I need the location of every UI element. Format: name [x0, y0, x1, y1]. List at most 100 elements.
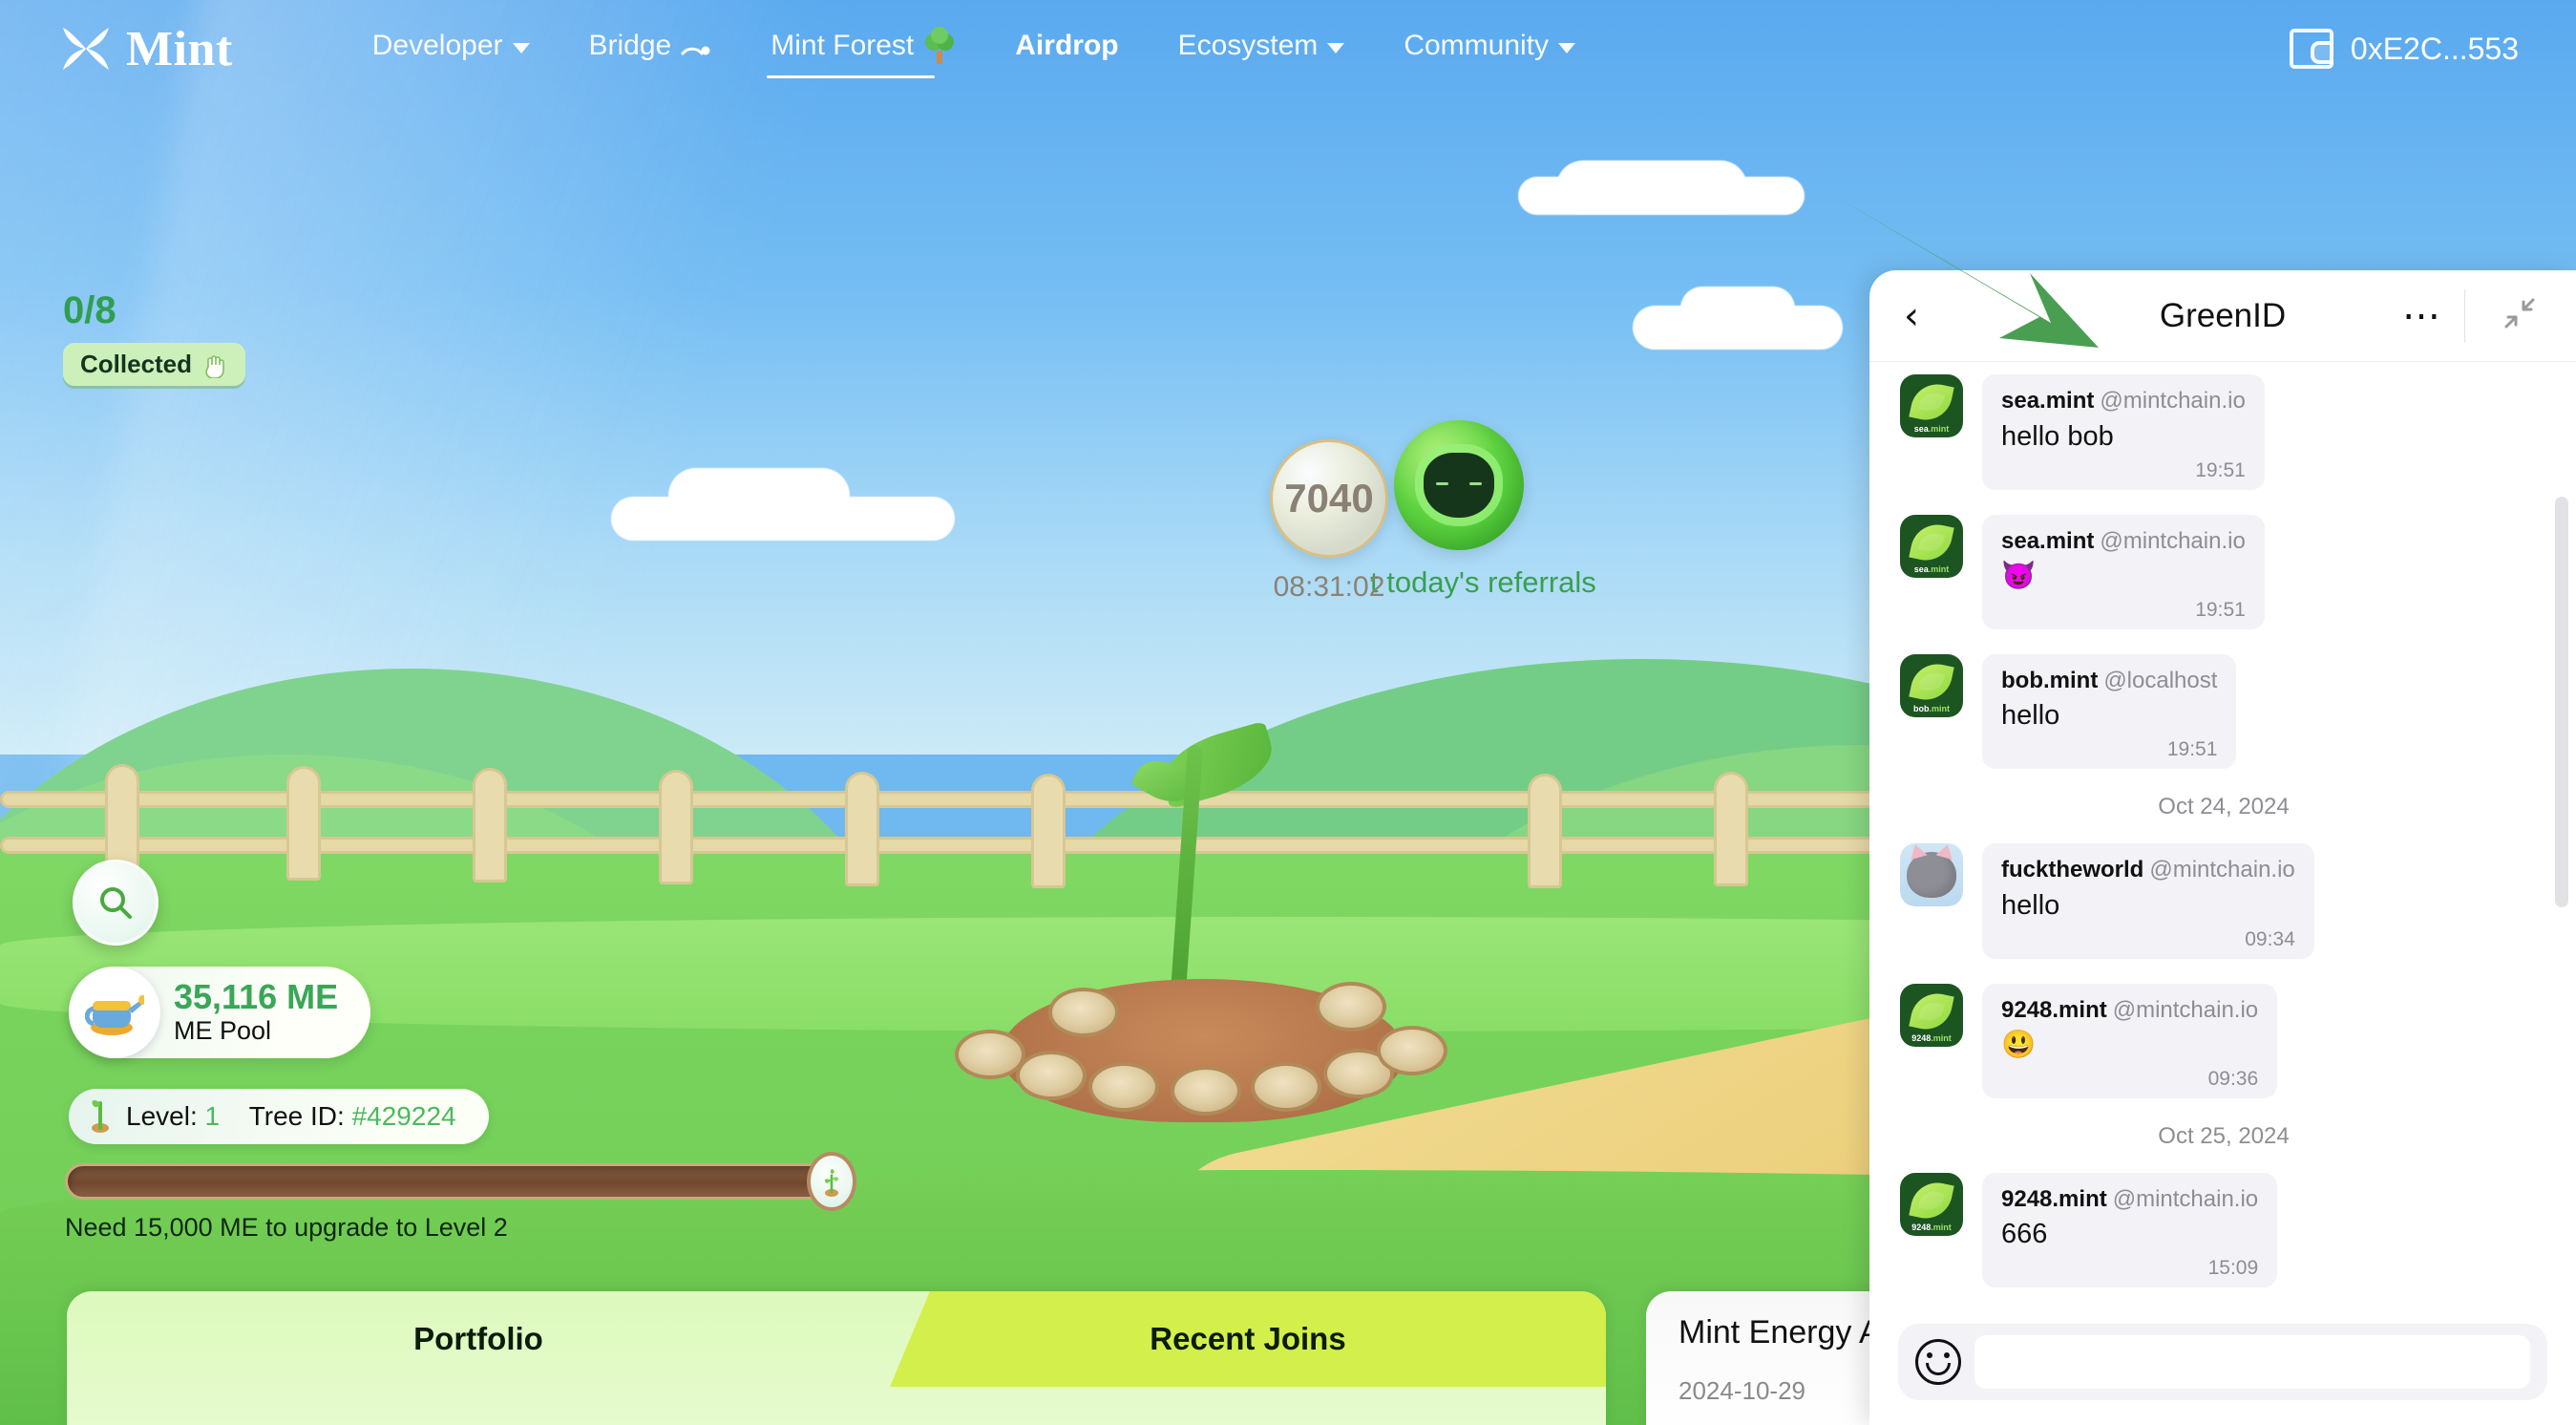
chat-message-text: hello bob — [2001, 420, 2114, 452]
referral-bubble-value: 7040 — [1284, 476, 1374, 521]
me-pool-widget[interactable]: 35,116 ME ME Pool — [69, 967, 371, 1058]
chat-message-time: 19:51 — [2195, 458, 2246, 481]
level-text: Level: 1 Tree ID: #429224 — [126, 1101, 456, 1132]
brand[interactable]: Mint — [59, 21, 233, 77]
emoji-mouth — [1926, 1363, 1951, 1375]
nav-label-bridge: Bridge — [588, 30, 672, 61]
cat-face — [1907, 852, 1956, 899]
avatar-tag-suffix: .mint — [1929, 703, 1951, 713]
chat-message-domain: @mintchain.io — [2149, 857, 2295, 883]
leaf-avatar-icon[interactable]: 9248.mint — [1900, 1172, 1963, 1236]
progress-track[interactable] — [65, 1152, 856, 1211]
collected-widget: 0/8 Collected — [63, 289, 246, 386]
nav-label-ecosystem: Ecosystem — [1177, 30, 1319, 61]
chat-bubble: sea.mint @mintchain.io 😈 19:51 — [1982, 514, 2265, 629]
chevron-left-icon[interactable]: ‹ — [1904, 297, 1919, 335]
chat-message-text: hello — [2001, 889, 2060, 921]
wallet-button[interactable]: 0xE2C...553 — [2289, 29, 2519, 69]
hand-wave-icon — [205, 354, 224, 378]
chat-message[interactable]: 9248.mint 9248.mint @mintchain.io 666 15:09 — [1900, 1172, 2547, 1288]
log-pile — [945, 955, 1461, 1127]
me-pool-label: ME Pool — [174, 1015, 272, 1045]
log — [1251, 1062, 1321, 1112]
nav-label-mint-forest: Mint Forest — [771, 30, 915, 61]
avatar-tag-prefix: bob — [1913, 703, 1930, 713]
avatar-tag: sea.mint — [1900, 564, 1963, 574]
progress-knob-sprout-icon[interactable] — [807, 1152, 856, 1211]
nav-item-ecosystem[interactable]: Ecosystem — [1174, 22, 1349, 75]
avatar-face — [1424, 453, 1494, 518]
cat-avatar-icon[interactable] — [1900, 843, 1963, 907]
chat-message-username: sea.mint — [2001, 527, 2095, 554]
collapse-arrows-icon[interactable] — [2503, 297, 2536, 334]
chat-message[interactable]: sea.mint sea.mint @mintchain.io hello bob 19… — [1900, 374, 2547, 490]
chat-message[interactable]: fucktheworld @mintchain.io hello 09:34 — [1900, 843, 2547, 959]
log — [1016, 1051, 1087, 1100]
referral-timer: 08:31:02 — [1273, 571, 1385, 603]
progress-note: Need 15,000 ME to upgrade to Level 2 — [65, 1213, 508, 1242]
level-widget[interactable]: Level: 1 Tree ID: #429224 — [69, 1089, 489, 1144]
chat-message-list[interactable]: bob.mintbob.mint@localhost😅😅19:51sea.min… — [1869, 362, 2576, 1312]
chat-message-time: 19:51 — [2195, 598, 2246, 621]
watering-can-icon — [69, 967, 160, 1058]
nav-item-bridge[interactable]: Bridge — [585, 22, 716, 75]
top-navigation-bar: Mint Developer Bridge Mint Forest Airdro… — [0, 0, 2576, 97]
search-button[interactable] — [73, 860, 158, 946]
more-horizontal-icon[interactable]: ⋯ — [2402, 297, 2442, 335]
chat-message-input[interactable] — [1974, 1335, 2530, 1389]
referral-bubble[interactable]: 7040 — [1270, 439, 1388, 558]
chat-message-header: fucktheworld @mintchain.io — [2001, 855, 2295, 884]
leaf-avatar-icon[interactable]: sea.mint — [1900, 374, 1963, 438]
leaf-glyph — [1909, 659, 1954, 705]
tab-portfolio-label: Portfolio — [413, 1321, 543, 1356]
chat-message[interactable]: bob.mint bob.mint @localhost hello 19:51 — [1900, 653, 2547, 770]
chat-message-domain: @mintchain.io — [2100, 527, 2246, 554]
chat-message-text: 😃 — [2001, 1029, 2037, 1060]
chat-message-header: 9248.mint @mintchain.io — [2001, 995, 2258, 1025]
green-blob-avatar-icon[interactable] — [1394, 420, 1524, 550]
chat-message-header: bob.mint @localhost — [2001, 666, 2217, 695]
avatar-tag: sea.mint — [1900, 425, 1963, 434]
chat-message-time: 09:34 — [2245, 927, 2295, 950]
avatar-tag-prefix: sea — [1913, 424, 1929, 435]
chat-message-domain: @mintchain.io — [2112, 996, 2259, 1023]
nav-item-mint-forest[interactable]: Mint Forest — [767, 19, 960, 78]
chat-message-header: sea.mint @mintchain.io — [2001, 526, 2246, 556]
tab-recent-joins[interactable]: Recent Joins — [890, 1291, 1606, 1387]
chat-title: GreenID — [2159, 296, 2287, 334]
leaf-avatar-icon[interactable]: bob.mint — [1900, 653, 1963, 717]
nav-item-community[interactable]: Community — [1400, 22, 1579, 75]
chat-message[interactable]: sea.mint sea.mint @mintchain.io 😈 19:51 — [1900, 514, 2547, 629]
cloud-6 — [1680, 287, 1795, 330]
level-label: Level: — [126, 1101, 198, 1131]
leaf-avatar-icon[interactable]: sea.mint — [1900, 514, 1963, 578]
me-pool-amount: 35,116 ME — [174, 976, 339, 1016]
avatar-tag-suffix: .mint — [1928, 564, 1950, 574]
tab-portfolio[interactable]: Portfolio — [67, 1291, 890, 1387]
leaf-avatar-icon[interactable]: 9248.mint — [1900, 983, 1963, 1047]
referral-bubble-group: 7040 08:31:02 — [1270, 439, 1388, 604]
cloud-2 — [668, 468, 850, 523]
level-value: 1 — [204, 1101, 221, 1131]
chat-message-username: 9248.mint — [2001, 996, 2107, 1023]
level-progress: Need 15,000 ME to upgrade to Level 2 — [65, 1152, 856, 1243]
nav-item-airdrop[interactable]: Airdrop — [1011, 22, 1122, 75]
bottom-tabs-card: Portfolio Recent Joins — [67, 1291, 1606, 1425]
collected-label: Collected — [80, 350, 193, 378]
avatar-tag-prefix: sea — [1913, 564, 1929, 574]
collected-badge[interactable]: Collected — [63, 343, 246, 386]
chat-message-domain: @mintchain.io — [2100, 388, 2246, 415]
emoji-smiley-icon[interactable] — [1915, 1339, 1961, 1385]
nav-item-developer[interactable]: Developer — [369, 22, 534, 75]
sprout-icon — [86, 1092, 115, 1141]
cloud-4 — [1518, 177, 1805, 215]
leaf-glyph — [1909, 519, 1954, 565]
chat-message-text: hello — [2001, 700, 2060, 732]
chat-message-username: fucktheworld — [2001, 857, 2144, 883]
chat-scrollbar[interactable] — [2555, 497, 2568, 907]
chat-message[interactable]: 9248.mint 9248.mint @mintchain.io 😃 09:36 — [1900, 983, 2547, 1098]
avatar-tag-suffix: .mint — [1931, 1222, 1952, 1232]
collected-count: 0/8 — [63, 289, 116, 331]
log — [1316, 982, 1386, 1032]
chat-message-text: 666 — [2001, 1219, 2048, 1250]
